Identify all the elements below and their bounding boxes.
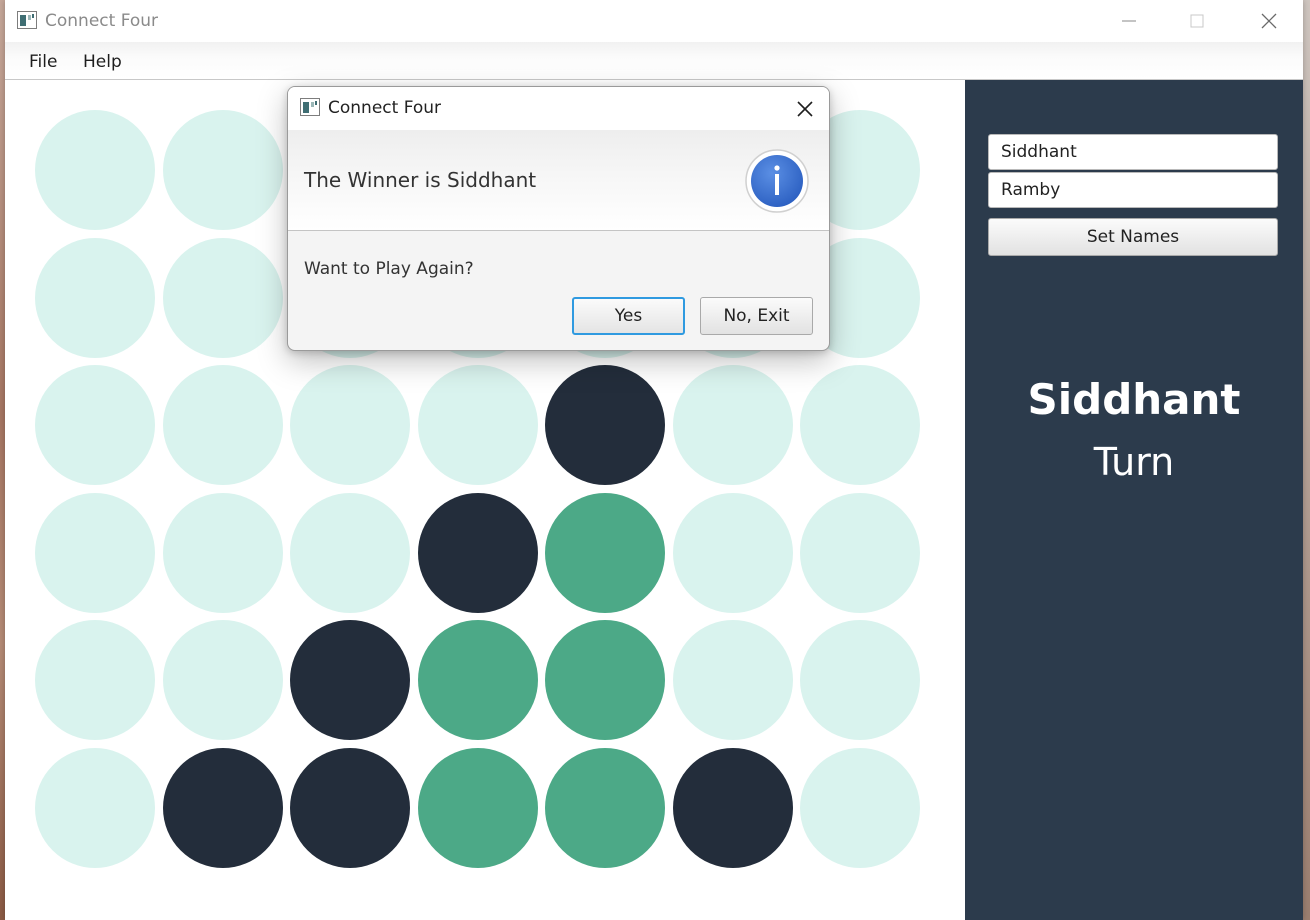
board-cell-empty[interactable] <box>162 492 283 613</box>
board-disc-dark[interactable] <box>290 747 410 868</box>
board-disc-dark[interactable] <box>672 747 793 868</box>
board-cell-empty[interactable] <box>162 620 283 740</box>
close-icon <box>797 101 813 117</box>
board-cell-empty[interactable] <box>35 237 155 358</box>
board-cell-empty[interactable] <box>162 365 283 485</box>
board-cell-empty[interactable] <box>672 620 793 740</box>
dialog-content-text: Want to Play Again? <box>304 259 474 279</box>
current-player-name: Siddhant <box>1027 375 1241 424</box>
desktop-background-right <box>1302 0 1310 920</box>
minimize-button[interactable] <box>1095 0 1163 42</box>
dialog-title-bar[interactable]: Connect Four <box>288 87 829 130</box>
board-cell-empty[interactable] <box>417 365 538 485</box>
board-disc-dark[interactable] <box>290 620 410 740</box>
board-cell-empty[interactable] <box>162 110 283 230</box>
board-cell-empty[interactable] <box>35 747 155 868</box>
title-bar[interactable]: Connect Four <box>5 0 1303 42</box>
board-disc-dark[interactable] <box>545 365 665 485</box>
board-cell-empty[interactable] <box>800 492 920 613</box>
dialog-header: The Winner is Siddhant <box>288 130 829 231</box>
board-cell-empty[interactable] <box>290 492 410 613</box>
menu-help[interactable]: Help <box>83 52 122 72</box>
board-cell-empty[interactable] <box>800 620 920 740</box>
minimize-icon <box>1122 20 1136 22</box>
info-icon <box>745 149 809 213</box>
board-disc-dark[interactable] <box>417 492 538 613</box>
board-cell-empty[interactable] <box>35 620 155 740</box>
yes-button[interactable]: Yes <box>572 297 685 335</box>
board-cell-empty[interactable] <box>35 365 155 485</box>
dialog-title: Connect Four <box>328 98 442 118</box>
board-cell-empty[interactable] <box>290 365 410 485</box>
board-disc-green[interactable] <box>545 492 665 613</box>
side-panel: Set Names Siddhant Turn <box>965 80 1303 920</box>
board-cell-empty[interactable] <box>162 237 283 358</box>
board-cell-empty[interactable] <box>800 365 920 485</box>
player1-name-input[interactable] <box>988 134 1278 170</box>
turn-label: Turn <box>1093 440 1175 484</box>
winner-dialog: Connect Four The Winner is Siddhant Want… <box>287 86 830 351</box>
board-cell-empty[interactable] <box>800 747 920 868</box>
menu-file[interactable]: File <box>29 52 57 72</box>
board-cell-empty[interactable] <box>35 110 155 230</box>
set-names-button[interactable]: Set Names <box>988 218 1278 256</box>
board-cell-empty[interactable] <box>35 492 155 613</box>
board-cell-empty[interactable] <box>672 365 793 485</box>
player2-name-input[interactable] <box>988 172 1278 208</box>
board-cell-empty[interactable] <box>672 492 793 613</box>
board-disc-green[interactable] <box>417 620 538 740</box>
close-icon <box>1261 13 1277 29</box>
window-title: Connect Four <box>45 11 159 31</box>
board-disc-green[interactable] <box>417 747 538 868</box>
dialog-header-text: The Winner is Siddhant <box>304 168 537 192</box>
dialog-close-button[interactable] <box>791 95 819 123</box>
maximize-icon <box>1190 14 1204 28</box>
java-app-icon <box>300 98 320 116</box>
close-window-button[interactable] <box>1235 0 1303 42</box>
board-disc-dark[interactable] <box>162 747 283 868</box>
board-disc-green[interactable] <box>545 620 665 740</box>
menu-bar: File Help <box>5 42 1303 80</box>
board-disc-green[interactable] <box>545 747 665 868</box>
no-exit-button[interactable]: No, Exit <box>700 297 813 335</box>
java-app-icon <box>17 11 37 29</box>
maximize-button[interactable] <box>1163 0 1231 42</box>
